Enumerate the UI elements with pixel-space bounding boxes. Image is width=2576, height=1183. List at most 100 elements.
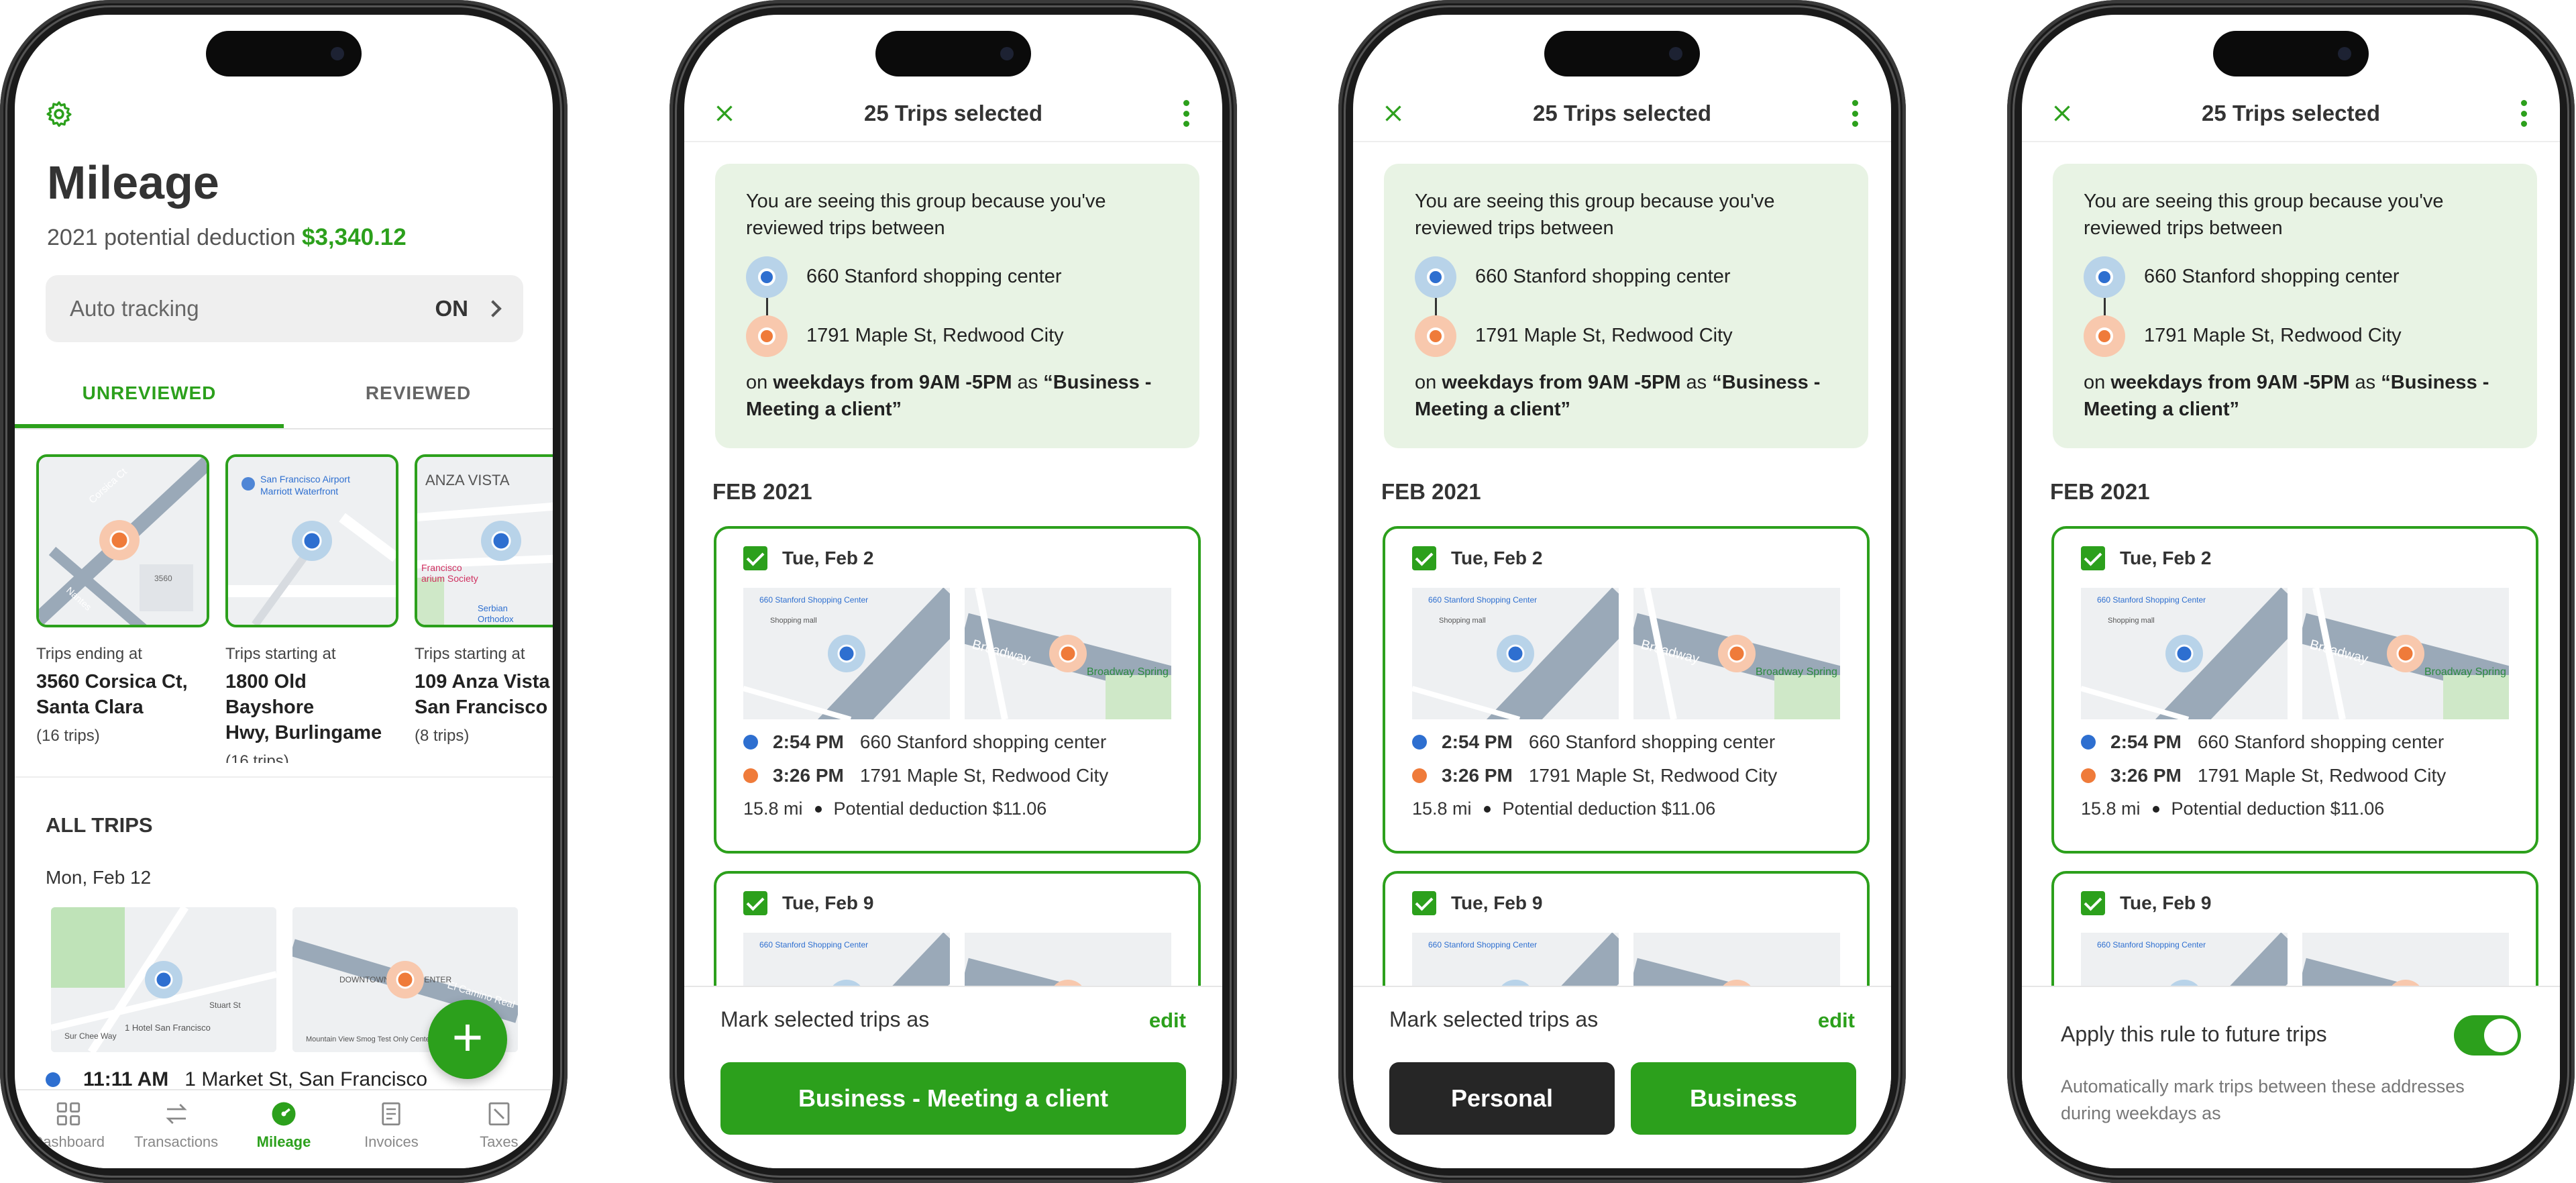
header-title: 25 Trips selected	[2202, 100, 2380, 125]
header-title: 25 Trips selected	[1533, 100, 1711, 125]
phone-selection-apply-rule: 25 Trips selected You are seeing this gr…	[2007, 0, 2575, 1183]
auto-tracking-row[interactable]: Auto tracking ON	[46, 275, 523, 342]
group-address-line: 109 Anza Vista	[415, 671, 550, 692]
close-icon[interactable]	[2050, 101, 2074, 125]
trip-address: 1 Market St, San Francisco	[184, 1068, 428, 1090]
from-address: 660 Stanford shopping center	[806, 266, 1062, 287]
deduction-value: $3,340.12	[301, 224, 407, 250]
trip-date: Tue, Feb 9	[1451, 892, 1543, 913]
more-options-icon[interactable]	[1851, 100, 1859, 127]
deduction-summary: 2021 potential deduction $3,340.12	[47, 224, 407, 251]
selection-header: 25 Trips selected	[2022, 85, 2560, 142]
more-options-icon[interactable]	[1182, 100, 1190, 127]
start-pin-icon	[2084, 256, 2125, 298]
trip-card[interactable]: Tue, Feb 2 660 Stanford Shopping Center S…	[1383, 526, 1870, 854]
close-icon[interactable]	[712, 101, 737, 125]
rule-info-card: You are seeing this group because you've…	[2053, 164, 2537, 448]
map-label: 660 Stanford Shopping Center	[1428, 940, 1537, 949]
trip-date: Tue, Feb 2	[782, 548, 874, 568]
review-tabs: UNREVIEWED REVIEWED	[15, 370, 553, 429]
personal-button[interactable]: Personal	[1389, 1062, 1615, 1135]
tab-reviewed[interactable]: REVIEWED	[284, 370, 553, 428]
trip-groups-carousel[interactable]: Corsica Ct Nantes 3560 Trips ending at 3…	[36, 454, 553, 763]
month-heading: FEB 2021	[712, 479, 812, 504]
group-caption: Trips starting at	[225, 645, 336, 663]
trip-group-card[interactable]: San Francisco Airport Marriott Waterfron…	[225, 454, 398, 763]
group-address-line: 3560 Corsica Ct,	[36, 671, 188, 692]
checkbox-checked-icon[interactable]	[1412, 546, 1436, 570]
chevron-right-icon	[484, 300, 502, 317]
trip-distance: 15.8 mi	[2081, 799, 2141, 819]
map-label: Shopping mall	[1439, 617, 1486, 625]
rule-text: on weekdays from 9AM -5PM as “Business -…	[1415, 369, 1837, 423]
trip-end-map: BroadwayBroadway Spring Parklet	[1633, 588, 1840, 719]
phone-selection-choice: 25 Trips selected You are seeing this gr…	[1338, 0, 1906, 1183]
phone-selection-single: 25 Trips selected You are seeing this gr…	[669, 0, 1237, 1183]
end-dot-icon	[2081, 768, 2096, 783]
trip-group-card[interactable]: Corsica Ct Nantes 3560 Trips ending at 3…	[36, 454, 209, 745]
tab-label: Transactions	[134, 1133, 219, 1150]
trip-end-map: BroadwayBroadway Spring Parklet	[2302, 588, 2509, 719]
add-trip-button[interactable]: +	[428, 1000, 507, 1079]
trip-deduction: Potential deduction $11.06	[833, 799, 1047, 819]
business-meeting-client-button[interactable]: Business - Meeting a client	[720, 1062, 1186, 1135]
mileage-screen: Mileage 2021 potential deduction $3,340.…	[15, 15, 553, 1168]
checkbox-checked-icon[interactable]	[1412, 891, 1436, 915]
trip-date: Tue, Feb 2	[1451, 548, 1543, 568]
trip-end-map: BroadwayBroadway Spring Parklet	[965, 588, 1171, 719]
more-options-icon[interactable]	[2520, 100, 2528, 127]
trip-start-map: 660 Stanford Shopping Center Shopping mal…	[743, 588, 950, 719]
apply-rule-toggle[interactable]	[2454, 1015, 2521, 1056]
start-time: 2:54 PM	[773, 731, 844, 752]
map-label: Broadway Spring Parklet	[2424, 666, 2509, 678]
start-pin-icon	[746, 256, 788, 298]
trip-start-line[interactable]: 11:11 AM 1 Market St, San Francisco	[46, 1068, 427, 1091]
start-time: 2:54 PM	[2110, 731, 2182, 752]
tab-dashboard[interactable]: Dashboard	[15, 1090, 122, 1168]
tab-mileage[interactable]: Mileage	[230, 1090, 337, 1168]
trip-card[interactable]: Tue, Feb 2 660 Stanford Shopping Center S…	[714, 526, 1201, 854]
edit-link[interactable]: edit	[1149, 1009, 1186, 1033]
mark-trips-panel: Mark selected trips as edit Business - M…	[684, 986, 1222, 1168]
month-heading: FEB 2021	[1381, 479, 1481, 504]
checkbox-checked-icon[interactable]	[743, 546, 767, 570]
tab-transactions[interactable]: Transactions	[122, 1090, 229, 1168]
bottom-tab-bar: Dashboard Transactions Mileage Invoices …	[15, 1089, 553, 1168]
start-address: 660 Stanford shopping center	[2197, 731, 2445, 752]
trip-start-map[interactable]: 1 Hotel San Francisco Sur Chee Way Stuar…	[51, 907, 276, 1052]
end-address: 1791 Maple St, Redwood City	[859, 765, 1109, 786]
trip-card[interactable]: Tue, Feb 2 660 Stanford Shopping Center S…	[2051, 526, 2538, 854]
business-button[interactable]: Business	[1631, 1062, 1856, 1135]
checkbox-checked-icon[interactable]	[2081, 546, 2105, 570]
group-map: ANZA VISTA Francisco arium Society Serbi…	[415, 454, 553, 627]
selection-screen: 25 Trips selected You are seeing this gr…	[1353, 15, 1891, 1168]
taxes-icon	[488, 1102, 510, 1126]
tab-unreviewed[interactable]: UNREVIEWED	[15, 370, 284, 428]
dashboard-icon	[57, 1102, 80, 1126]
map-label: Francisco	[421, 562, 462, 573]
map-label: 660 Stanford Shopping Center	[1428, 595, 1537, 605]
map-label: San Francisco Airport	[260, 474, 350, 484]
trip-start-map: 660 Stanford Shopping Center Shopping mal…	[2081, 588, 2288, 719]
checkbox-checked-icon[interactable]	[2081, 891, 2105, 915]
header-title: 25 Trips selected	[864, 100, 1042, 125]
end-dot-icon	[1412, 768, 1427, 783]
edit-link[interactable]: edit	[1818, 1009, 1855, 1033]
map-label: 660 Stanford Shopping Center	[759, 595, 868, 605]
tab-taxes[interactable]: Taxes	[445, 1090, 553, 1168]
end-time: 3:26 PM	[1442, 765, 1513, 786]
close-icon[interactable]	[1381, 101, 1405, 125]
tab-invoices[interactable]: Invoices	[337, 1090, 445, 1168]
mark-label: Mark selected trips as	[1389, 1007, 1599, 1031]
checkbox-checked-icon[interactable]	[743, 891, 767, 915]
trip-group-card[interactable]: ANZA VISTA Francisco arium Society Serbi…	[415, 454, 553, 745]
separator-dot	[1483, 805, 1491, 813]
info-lead: You are seeing this group because you've…	[2084, 191, 2444, 239]
gear-icon[interactable]	[44, 99, 74, 129]
end-pin-icon	[2084, 315, 2125, 357]
group-trip-count: (8 trips)	[415, 727, 470, 745]
route-summary: 660 Stanford shopping center 1791 Maple …	[2084, 256, 2506, 377]
separator-dot	[2152, 805, 2159, 813]
map-label: Marriott Waterfront	[260, 486, 338, 497]
trip-time: 11:11 AM	[83, 1068, 169, 1090]
